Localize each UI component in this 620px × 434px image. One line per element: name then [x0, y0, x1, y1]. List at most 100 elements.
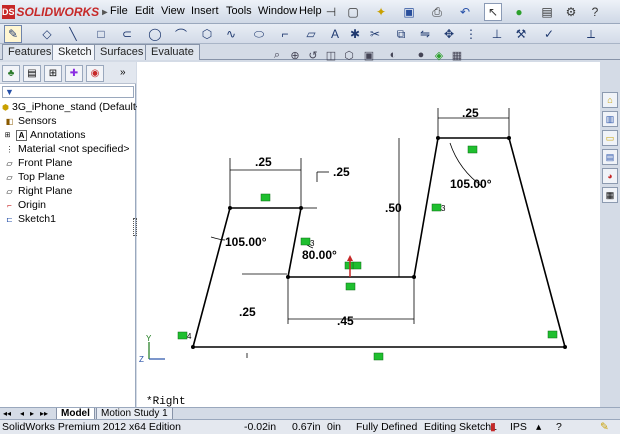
tree-item-origin[interactable]: ⌐ Origin: [2, 198, 136, 212]
dimension-bottom-mid[interactable]: .45: [337, 314, 354, 328]
menu-edit[interactable]: Edit: [135, 5, 154, 17]
dimension-top-right[interactable]: .25: [462, 106, 479, 120]
tab-sketch[interactable]: Sketch: [52, 44, 98, 60]
help-status-icon[interactable]: ?: [556, 420, 562, 434]
zoom-to-area-icon[interactable]: ⊕: [288, 48, 302, 62]
previous-view-icon[interactable]: ↺: [306, 48, 320, 62]
relation-coincident-marker[interactable]: [547, 330, 558, 339]
offset-icon[interactable]: ⧉: [392, 25, 410, 43]
tree-item-sketch1[interactable]: ⊏ Sketch1: [2, 212, 136, 226]
solidworks-logo[interactable]: DS SOLIDWORKS ▸: [2, 2, 107, 22]
view-orientation-icon[interactable]: ⬡: [342, 48, 356, 62]
dimension-height[interactable]: .50: [385, 201, 402, 215]
tab-surfaces[interactable]: Surfaces: [94, 44, 150, 60]
dimension-bottom-left[interactable]: .25: [239, 305, 256, 319]
display-manager-icon[interactable]: ◉: [86, 65, 104, 82]
tree-item-annotations[interactable]: ⊞ A Annotations: [2, 128, 136, 142]
trim-icon[interactable]: ✂: [366, 25, 384, 43]
arc-icon[interactable]: ⌒: [172, 25, 190, 43]
tree-item-top-plane[interactable]: ▱ Top Plane: [2, 170, 136, 184]
nav-first-icon[interactable]: ◂◂: [3, 409, 11, 418]
relation-horizontal-marker[interactable]: [373, 352, 384, 361]
smart-dimension-icon[interactable]: ◇: [38, 25, 56, 43]
polygon-icon[interactable]: ⬡: [198, 25, 216, 43]
tab-evaluate[interactable]: Evaluate: [145, 44, 200, 60]
menu-help[interactable]: Help: [299, 5, 322, 17]
open-icon[interactable]: ✦: [372, 3, 390, 21]
nav-prev-icon[interactable]: ◂: [20, 409, 24, 418]
move-icon[interactable]: ✥: [440, 25, 458, 43]
help-icon[interactable]: ?: [586, 3, 604, 21]
nav-next-icon[interactable]: ▸: [30, 409, 34, 418]
options-icon[interactable]: ⚙: [562, 3, 580, 21]
expand-icon[interactable]: ⊞: [2, 130, 13, 141]
tree-item-front-plane[interactable]: ▱ Front Plane: [2, 156, 136, 170]
view-triad[interactable]: Y Z: [139, 334, 165, 364]
tab-features[interactable]: Features: [2, 44, 58, 60]
relation-equal-marker[interactable]: [300, 237, 311, 246]
select-icon[interactable]: ↖: [484, 3, 502, 21]
units-dropdown-icon[interactable]: ▴: [536, 420, 541, 434]
text-icon[interactable]: A: [326, 25, 344, 43]
relation-fix-marker[interactable]: [344, 261, 354, 270]
custom-properties-icon[interactable]: ▦: [602, 187, 618, 203]
tree-item-right-plane[interactable]: ▱ Right Plane: [2, 184, 136, 198]
relation-equal-marker[interactable]: [431, 203, 442, 212]
zoom-to-fit-icon[interactable]: ⌕: [270, 48, 284, 62]
status-units[interactable]: IPS: [510, 420, 527, 434]
rapid-sketch-icon[interactable]: ⟂: [582, 25, 600, 43]
angle-right[interactable]: 105.00°: [450, 177, 492, 191]
tree-root[interactable]: ⬢ 3G_iPhone_stand (Default<<: [2, 100, 148, 114]
nav-last-icon[interactable]: ▸▸: [40, 409, 48, 418]
file-explorer-icon[interactable]: ▤: [602, 149, 618, 165]
chevron-right-icon[interactable]: »: [120, 67, 126, 78]
configuration-manager-icon[interactable]: ⊞: [44, 65, 62, 82]
pattern-icon[interactable]: ⋮: [462, 25, 480, 43]
repair-sketch-icon[interactable]: ⚒: [512, 25, 530, 43]
rebuild-icon[interactable]: ●: [510, 3, 528, 21]
undo-icon[interactable]: ↶: [456, 3, 474, 21]
menu-window[interactable]: Window: [258, 5, 297, 17]
tree-item-sensors[interactable]: ◧ Sensors: [2, 114, 136, 128]
slot-icon[interactable]: ⊂: [118, 25, 136, 43]
pin-icon[interactable]: ⊣: [322, 3, 340, 21]
relation-horizontal-marker[interactable]: [467, 145, 478, 154]
graphics-area[interactable]: .25 .25 .25 .50 .25 .45 105.00° 80.00° 1…: [137, 62, 600, 407]
filter-box[interactable]: ▼: [2, 86, 134, 98]
ellipse-icon[interactable]: ⬭: [250, 25, 268, 43]
property-manager-icon[interactable]: ▤: [23, 65, 41, 82]
appearances-icon[interactable]: ◕: [602, 168, 618, 184]
save-icon[interactable]: ▣: [400, 3, 418, 21]
fillet-icon[interactable]: ⌐: [276, 25, 294, 43]
display-relations-icon[interactable]: ⊥: [488, 25, 506, 43]
print-icon[interactable]: ⎙: [428, 3, 446, 21]
display-style-icon[interactable]: ▣: [362, 48, 376, 62]
sketch-icon[interactable]: ✎: [4, 25, 22, 43]
relation-coincident-marker[interactable]: [177, 331, 188, 340]
point-icon[interactable]: ✱: [346, 25, 364, 43]
hide-show-icon[interactable]: ◐: [386, 48, 400, 62]
relation-fix-marker[interactable]: [352, 261, 362, 270]
rectangle-icon[interactable]: □: [92, 25, 110, 43]
edit-appearance-icon[interactable]: ●: [414, 48, 428, 62]
rebuild-status-icon[interactable]: ▮: [490, 420, 496, 434]
menu-file[interactable]: File: [110, 5, 128, 17]
feature-tree-icon[interactable]: ♣: [2, 65, 20, 82]
view-settings-icon[interactable]: ▦: [450, 48, 464, 62]
menu-tools[interactable]: Tools: [226, 5, 252, 17]
new-document-icon[interactable]: ▢: [344, 3, 362, 21]
circle-icon[interactable]: ◯: [146, 25, 164, 43]
quick-tips-icon[interactable]: ✎: [600, 420, 609, 434]
home-icon[interactable]: ⌂: [602, 92, 618, 108]
angle-left[interactable]: 105.00°: [225, 235, 267, 249]
design-library-icon[interactable]: ▭: [602, 130, 618, 146]
plane-icon[interactable]: ▱: [302, 25, 320, 43]
dimension-top-mid[interactable]: .25: [333, 165, 350, 179]
quick-snaps-icon[interactable]: ✓: [540, 25, 558, 43]
relation-horizontal-marker[interactable]: [260, 193, 271, 202]
spline-icon[interactable]: ∿: [222, 25, 240, 43]
dimxpert-icon[interactable]: ✚: [65, 65, 83, 82]
angle-mid[interactable]: 80.00°: [302, 248, 337, 262]
dimension-top-left[interactable]: .25: [255, 155, 272, 169]
menu-view[interactable]: View: [161, 5, 185, 17]
